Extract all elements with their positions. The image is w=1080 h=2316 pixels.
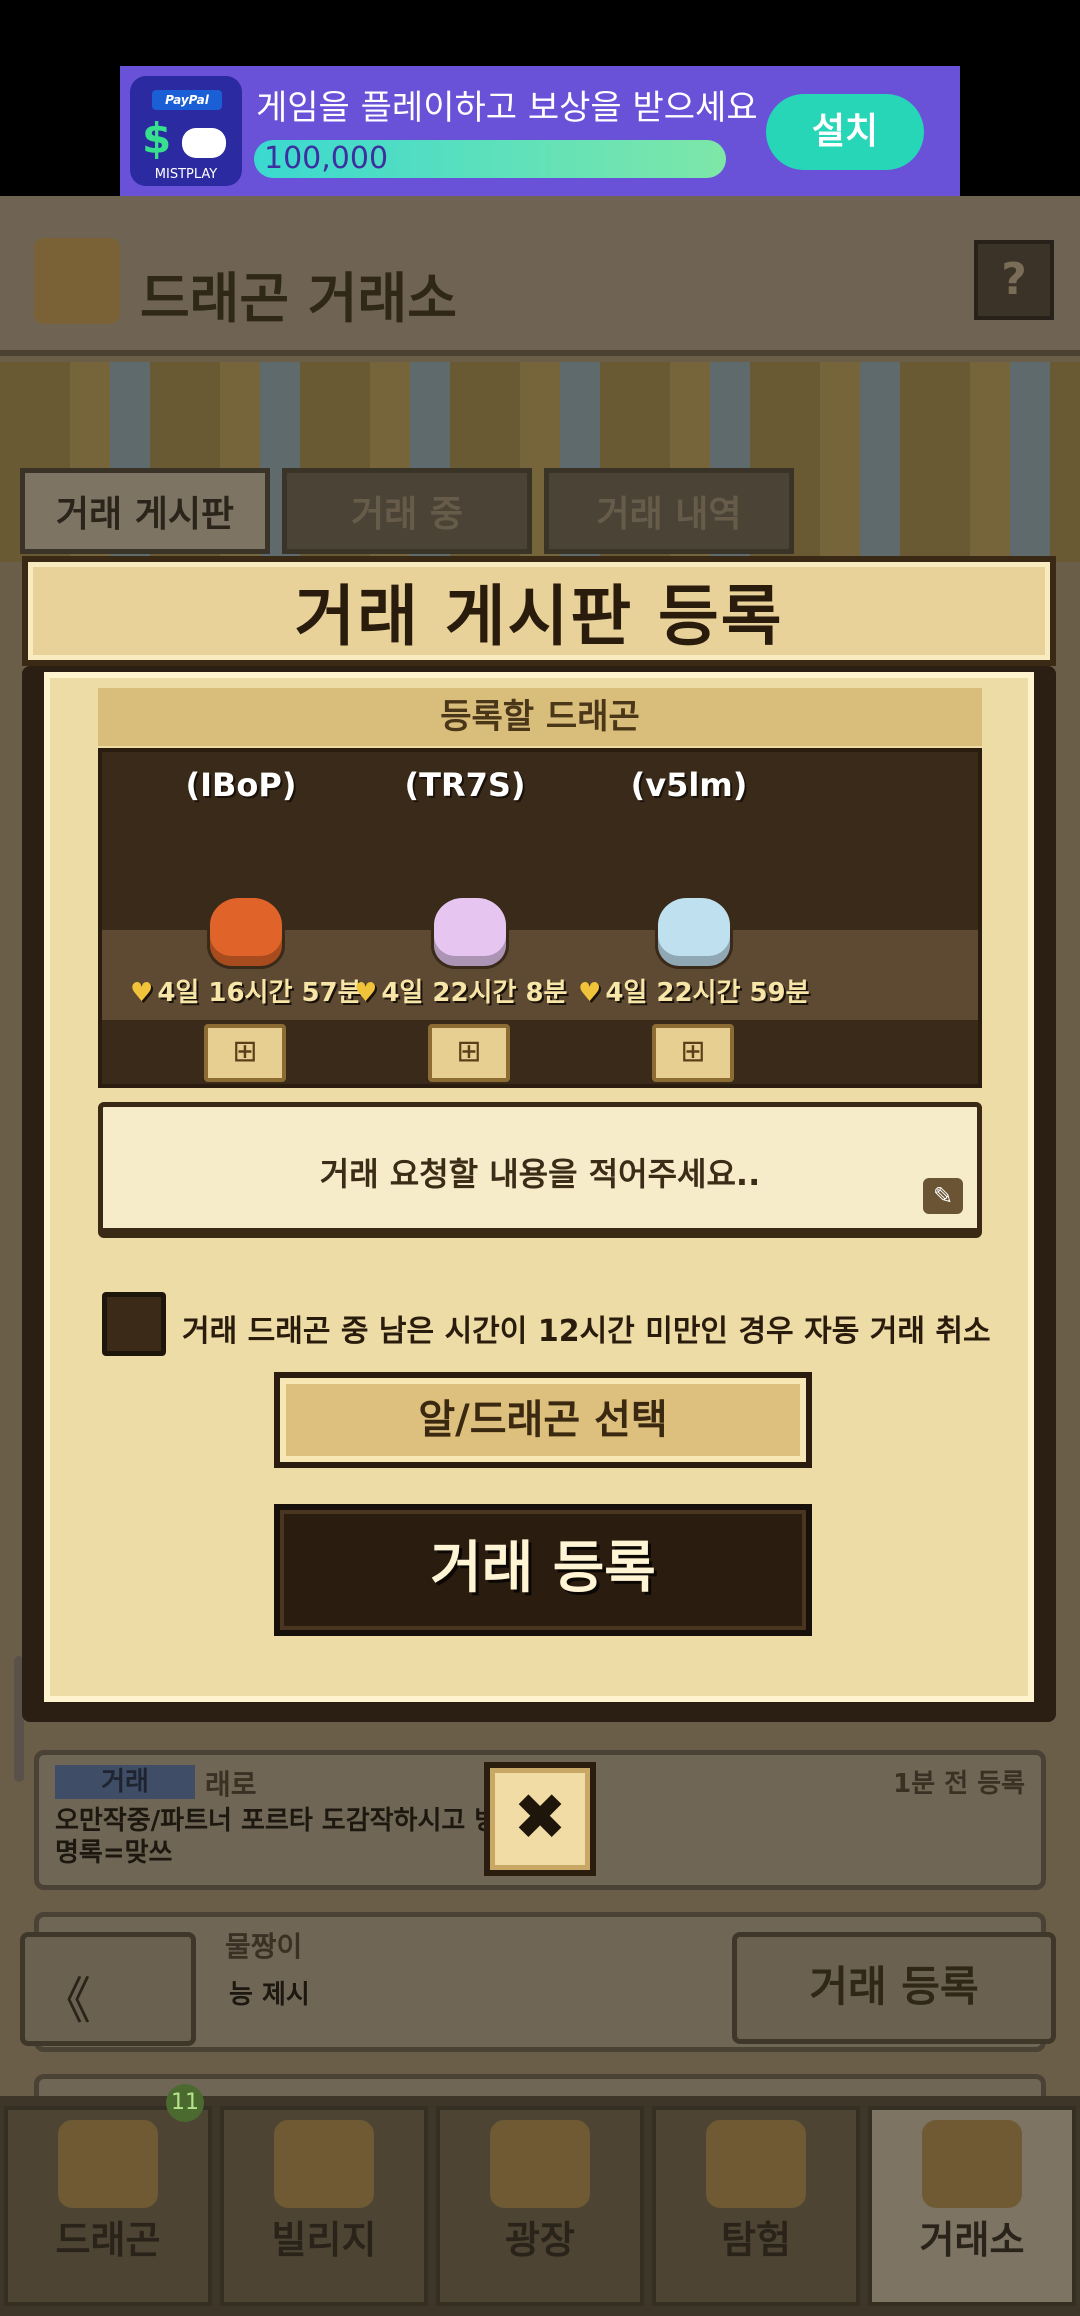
close-button[interactable]: ✖ (484, 1762, 596, 1876)
select-dragon-button[interactable]: 알/드래곤 선택 (274, 1372, 812, 1468)
auto-cancel-row: 거래 드래곤 중 남은 시간이 12시간 미만인 경우 자동 거래 취소 (102, 1292, 1002, 1362)
dragon-slots: (IBoP) ♥ 4일 16시간 57분 ⊞ (TR7S) ♥ 4일 22시간 8분… (98, 748, 982, 1088)
request-input[interactable]: 거래 요청할 내용을 적어주세요.. ✎ (98, 1102, 982, 1238)
notification-badge: 11 (166, 2084, 204, 2122)
dragon-slot[interactable]: (IBoP) ♥ 4일 16시간 57분 ⊞ (130, 752, 362, 1084)
auto-cancel-label: 거래 드래곤 중 남은 시간이 12시간 미만인 경우 자동 거래 취소 (182, 1314, 991, 1349)
nav-exchange[interactable]: 거래소 (868, 2106, 1076, 2306)
dollar-icon: $ (142, 114, 172, 163)
dialog-title: 거래 게시판 등록 (294, 578, 784, 655)
listing-time: 1분 전 등록 (893, 1769, 1025, 1799)
scale-icon (922, 2120, 1022, 2208)
help-button[interactable]: ? (974, 240, 1054, 320)
register-trade-button[interactable]: 거래 등록 (274, 1504, 812, 1636)
header: 드래곤 거래소 ? (0, 196, 1080, 356)
dragon-sprite (658, 898, 730, 966)
nav-village[interactable]: 빌리지 (220, 2106, 428, 2306)
heart-icon: ♥ (578, 978, 602, 1008)
nav-explore[interactable]: 탐험 (652, 2106, 860, 2306)
tab-in-progress[interactable]: 거래 중 (282, 468, 532, 554)
timer-text: 4일 22시간 59분 (605, 978, 810, 1008)
dragon-name: (TR7S) (404, 766, 526, 804)
ad-reward-bar: 100,000 (254, 140, 726, 178)
bottom-nav: 드래곤 빌리지 광장 탐험 거래소 (0, 2096, 1080, 2316)
tag-icon[interactable]: ⊞ (204, 1024, 286, 1082)
request-placeholder: 거래 요청할 내용을 적어주세요.. (319, 1155, 761, 1193)
nav-label: 드래곤 (55, 2218, 161, 2262)
dragon-timer: ♥ 4일 16시간 57분 (130, 972, 362, 1009)
heart-icon: ♥ (354, 978, 378, 1008)
tab-bar: 거래 게시판 거래 중 거래 내역 (20, 468, 794, 554)
fountain-icon (490, 2120, 590, 2208)
listing-message: 능 제시 (229, 1980, 310, 2010)
auto-cancel-checkbox[interactable] (102, 1292, 166, 1356)
listing-name: 래로 (205, 1768, 257, 1801)
install-button[interactable]: 설치 (766, 94, 924, 170)
dragon-slot[interactable]: (v5lm) ♥ 4일 22시간 59분 ⊞ (578, 752, 810, 1084)
dragon-timer: ♥ 4일 22시간 8분 (354, 972, 584, 1009)
tab-board[interactable]: 거래 게시판 (20, 468, 270, 554)
nav-label: 거래소 (919, 2218, 1025, 2262)
ad-reward-value: 100,000 (264, 141, 389, 176)
listing-message: 오만작중/파트너 포르타 도감작하시고 방명록=맞쓰 (55, 1806, 499, 1868)
timer-text: 4일 16시간 57분 (157, 978, 362, 1008)
dragon-name: (IBoP) (185, 766, 297, 804)
tag-icon[interactable]: ⊞ (428, 1024, 510, 1082)
ad-banner[interactable]: PayPal $ MISTPLAY 게임을 플레이하고 보상을 받으세요 100… (120, 66, 960, 196)
listing-name: 물짱이 (225, 1930, 303, 1963)
mistplay-label: MISTPLAY (154, 167, 218, 182)
dragon-sprite (434, 898, 506, 966)
trade-register-dialog: 거래 게시판 등록 등록할 드래곤 (IBoP) ♥ 4일 16시간 57분 ⊞ … (22, 556, 1056, 1726)
timer-text: 4일 22시간 8분 (381, 978, 568, 1008)
house-icon (274, 2120, 374, 2208)
dragon-sprite (210, 898, 282, 966)
mistplay-logo: PayPal $ MISTPLAY (130, 76, 242, 186)
paypal-logo: PayPal (152, 90, 222, 110)
dragon-icon (58, 2120, 158, 2208)
trade-register-button-bg[interactable]: 거래 등록 (732, 1932, 1056, 2044)
section-label: 등록할 드래곤 (98, 688, 982, 746)
tag-icon[interactable]: ⊞ (652, 1024, 734, 1082)
dragon-timer: ♥ 4일 22시간 59분 (578, 972, 810, 1009)
dialog-header: 거래 게시판 등록 (22, 556, 1056, 666)
dragon-name: (v5lm) (630, 766, 748, 804)
nav-label: 탐험 (721, 2218, 791, 2262)
nav-plaza[interactable]: 광장 (436, 2106, 644, 2306)
compass-icon (706, 2120, 806, 2208)
dragon-slot[interactable]: (TR7S) ♥ 4일 22시간 8분 ⊞ (354, 752, 570, 1084)
trade-badge: 거래 (55, 1765, 195, 1799)
scale-icon (34, 238, 120, 324)
nav-dragon[interactable]: 드래곤 (4, 2106, 212, 2306)
nav-label: 빌리지 (271, 2218, 377, 2262)
pencil-icon[interactable]: ✎ (923, 1178, 963, 1214)
gamepad-icon (182, 128, 226, 158)
prev-button[interactable]: 《 (20, 1932, 196, 2046)
tab-history[interactable]: 거래 내역 (544, 468, 794, 554)
nav-label: 광장 (505, 2218, 575, 2262)
chevron-left-icon: 《 (41, 1972, 91, 2030)
ad-title: 게임을 플레이하고 보상을 받으세요 (256, 88, 758, 128)
page-title: 드래곤 거래소 (140, 267, 457, 330)
heart-icon: ♥ (130, 978, 154, 1008)
